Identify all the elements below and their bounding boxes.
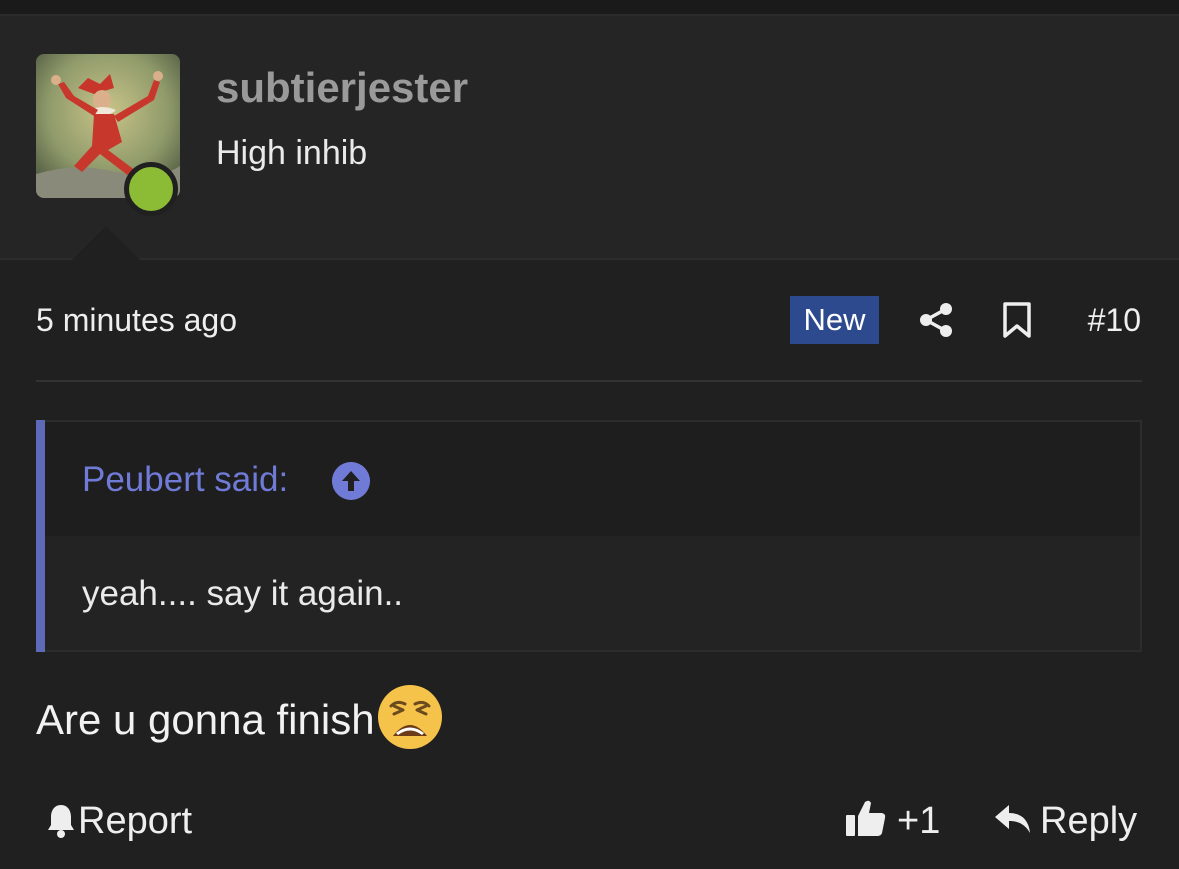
- report-button[interactable]: Report: [46, 800, 192, 843]
- reply-arrow-icon: [995, 804, 1030, 833]
- top-bar: [0, 0, 1179, 16]
- report-label: Report: [78, 800, 193, 842]
- post-message: Are u gonna finish: [36, 685, 443, 756]
- post-number-link[interactable]: #10: [1088, 302, 1141, 339]
- weary-face-emoji: [377, 685, 442, 749]
- message-text: Are u gonna finish: [36, 696, 375, 744]
- arrow-up-circle-icon[interactable]: [332, 462, 370, 500]
- user-title: High inhib: [216, 134, 368, 172]
- bell-icon: [48, 804, 74, 838]
- quote-author[interactable]: Peubert said:: [82, 460, 288, 500]
- new-badge: New: [790, 296, 879, 344]
- thumbs-up-icon: [846, 800, 886, 836]
- online-status-indicator: [124, 162, 178, 216]
- bookmark-icon[interactable]: [1002, 302, 1032, 338]
- reply-label: Reply: [1040, 800, 1138, 842]
- quote-accent-bar: [36, 420, 45, 652]
- header-pointer: [72, 226, 140, 260]
- username[interactable]: subtierjester: [216, 64, 468, 112]
- like-count: +1: [897, 800, 941, 842]
- share-icon[interactable]: [918, 302, 954, 338]
- quote-text: yeah.... say it again..: [82, 574, 404, 613]
- post-timestamp[interactable]: 5 minutes ago: [36, 302, 237, 339]
- like-button[interactable]: +1: [845, 800, 940, 843]
- reply-button[interactable]: Reply: [994, 800, 1137, 843]
- divider: [36, 380, 1142, 382]
